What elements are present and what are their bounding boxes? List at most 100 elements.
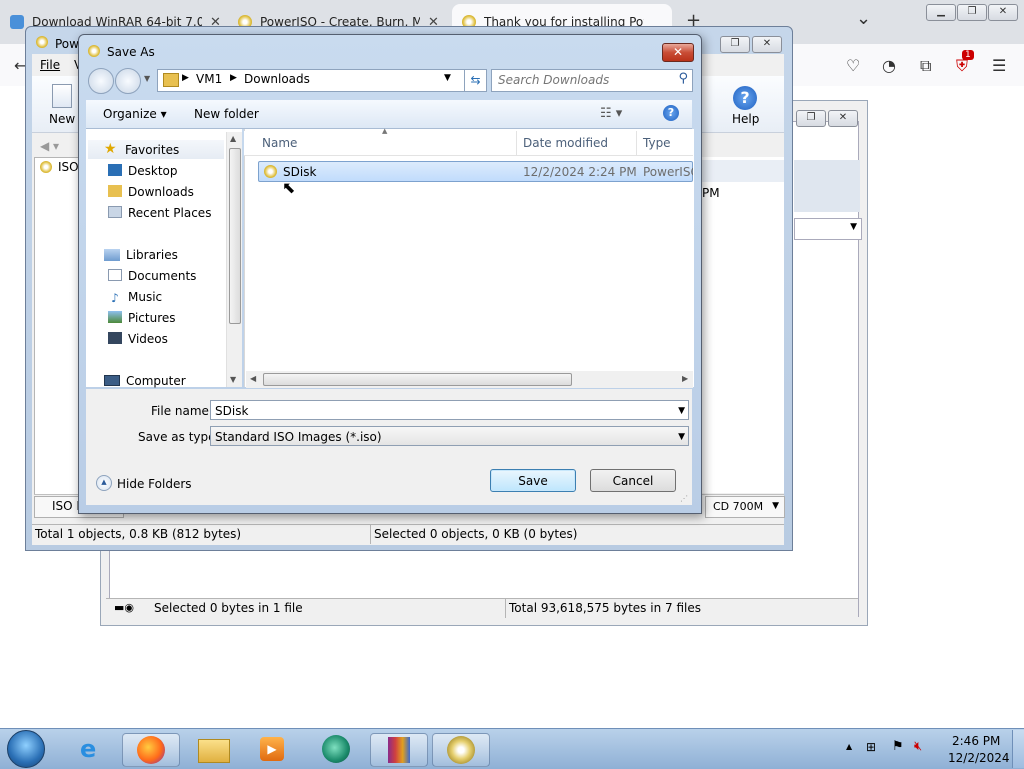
- cancel-button[interactable]: Cancel: [590, 469, 676, 492]
- taskbar-media-player[interactable]: ▶: [244, 733, 300, 765]
- nav-pictures[interactable]: Pictures: [108, 311, 176, 325]
- chevron-up-icon[interactable]: ▲: [96, 475, 112, 491]
- column-name[interactable]: Name: [262, 136, 297, 150]
- action-center-flag-icon[interactable]: ⚑: [892, 739, 904, 754]
- search-box[interactable]: ⚲: [491, 69, 693, 92]
- scroll-right-icon[interactable]: ▶: [682, 374, 688, 383]
- chevron-down-icon[interactable]: ▼: [678, 401, 685, 421]
- list-tabs-button[interactable]: ⌄: [856, 8, 871, 29]
- pocket-icon[interactable]: ♡: [846, 56, 860, 75]
- time-fragment: PM: [702, 186, 720, 200]
- restore-button[interactable]: ❐: [796, 110, 826, 127]
- libraries-icon: [104, 249, 120, 261]
- media-player-icon: ▶: [260, 737, 284, 761]
- firefox-icon: [137, 736, 165, 764]
- bg-combo[interactable]: ▼: [794, 218, 862, 240]
- nav-downloads[interactable]: Downloads: [108, 185, 194, 199]
- scroll-down-icon[interactable]: ▼: [230, 375, 236, 384]
- menu-file[interactable]: File: [40, 58, 60, 72]
- poweriso-disc-icon: [447, 736, 475, 764]
- file-row[interactable]: SDisk 12/2/2024 2:24 PM PowerISO: [258, 161, 693, 182]
- nav-desktop[interactable]: Desktop: [108, 164, 178, 178]
- file-list-hscrollbar[interactable]: ◀ ▶: [246, 371, 693, 388]
- column-date-modified[interactable]: Date modified: [523, 136, 608, 150]
- iso-icon: [40, 161, 52, 173]
- poweriso-title: Pow: [55, 37, 79, 51]
- new-button[interactable]: New: [49, 112, 75, 126]
- sync-icon[interactable]: ◔: [882, 56, 896, 75]
- view-options-icon[interactable]: ☷ ▾: [600, 106, 622, 121]
- new-folder-button[interactable]: New folder: [194, 107, 259, 121]
- new-document-icon: [52, 84, 72, 108]
- forward-button[interactable]: [115, 68, 141, 94]
- nav-videos[interactable]: Videos: [108, 332, 168, 346]
- taskbar-winrar[interactable]: [370, 733, 428, 767]
- computer-icon: [104, 375, 120, 386]
- music-icon: ♪: [111, 291, 119, 305]
- search-icon: ⚲: [678, 71, 688, 86]
- nav-documents[interactable]: Documents: [108, 269, 196, 283]
- back-icon[interactable]: ◀ ▾: [40, 139, 59, 153]
- folder-icon: [163, 73, 179, 87]
- close-window-button[interactable]: ✕: [752, 36, 782, 53]
- taskbar-explorer[interactable]: [184, 733, 240, 765]
- volume-muted-icon[interactable]: 🔇︎: [914, 739, 922, 754]
- breadcrumb[interactable]: ▶ VM1 ▶ Downloads ▼ ⇆: [157, 69, 487, 92]
- show-hidden-icons[interactable]: ▲: [846, 742, 852, 751]
- poweriso-file-list: [700, 157, 784, 493]
- media-size-combo[interactable]: CD 700M ▼: [705, 496, 785, 518]
- save-button[interactable]: Save: [490, 469, 576, 492]
- taskbar-firefox[interactable]: [122, 733, 180, 767]
- breadcrumb-vm1[interactable]: VM1: [196, 72, 222, 86]
- poweriso-app-icon: [88, 45, 100, 57]
- nav-music[interactable]: ♪ Music: [108, 290, 162, 304]
- documents-icon: [108, 269, 122, 281]
- start-button[interactable]: [7, 730, 45, 768]
- tree-item-iso[interactable]: ISO: [58, 160, 79, 174]
- restore-button[interactable]: ❐: [720, 36, 750, 53]
- help-button[interactable]: Help: [732, 112, 759, 126]
- scroll-up-icon[interactable]: ▲: [230, 134, 236, 143]
- back-button[interactable]: [88, 68, 114, 94]
- help-icon: ?: [733, 86, 757, 110]
- downloads-folder-icon: [108, 185, 122, 197]
- nav-scroll-thumb[interactable]: [229, 148, 241, 324]
- breadcrumb-downloads[interactable]: Downloads: [244, 72, 310, 86]
- column-header: [244, 131, 693, 156]
- hide-folders-button[interactable]: Hide Folders: [117, 477, 192, 491]
- recent-locations-icon[interactable]: ▼: [144, 74, 150, 83]
- desktop-icon: [108, 164, 122, 176]
- resize-grip-icon[interactable]: ⋰: [680, 494, 688, 503]
- help-icon[interactable]: ?: [663, 105, 679, 121]
- save-type-select[interactable]: Standard ISO Images (*.iso) ▼: [210, 426, 689, 446]
- scroll-left-icon[interactable]: ◀: [250, 374, 256, 383]
- refresh-icon[interactable]: ⇆: [464, 70, 486, 91]
- file-name-field[interactable]: SDisk ▼: [210, 400, 689, 420]
- close-window-button[interactable]: ✕: [828, 110, 858, 127]
- nav-scrollbar[interactable]: ▲ ▼: [226, 132, 242, 387]
- taskbar-app[interactable]: [308, 733, 364, 765]
- menu-icon[interactable]: ☰: [992, 56, 1006, 75]
- network-icon[interactable]: ⊞: [866, 740, 876, 754]
- restore-button[interactable]: ❐: [957, 4, 987, 21]
- nav-computer[interactable]: Computer: [126, 374, 186, 388]
- show-desktop-button[interactable]: [1012, 730, 1024, 768]
- nav-favorites[interactable]: Favorites: [125, 143, 179, 157]
- clock-time[interactable]: 2:46 PM: [952, 734, 1000, 748]
- column-type[interactable]: Type: [643, 136, 671, 150]
- hscroll-thumb[interactable]: [263, 373, 572, 386]
- organize-button[interactable]: Organize ▾: [103, 107, 167, 121]
- clock-date[interactable]: 12/2/2024: [948, 751, 1010, 765]
- search-input[interactable]: [496, 71, 670, 89]
- nav-recent-places[interactable]: Recent Places: [108, 206, 211, 220]
- close-window-button[interactable]: ✕: [988, 4, 1018, 21]
- chevron-down-icon[interactable]: ▼: [444, 73, 451, 83]
- chevron-down-icon[interactable]: ▼: [678, 427, 685, 447]
- iso-file-icon: [264, 165, 277, 178]
- minimize-button[interactable]: ▁: [926, 4, 956, 21]
- taskbar-ie[interactable]: e: [64, 733, 120, 765]
- dialog-close-button[interactable]: ✕: [662, 43, 694, 62]
- extensions-icon[interactable]: ⧉: [920, 56, 931, 76]
- nav-libraries[interactable]: Libraries: [126, 248, 178, 262]
- taskbar-poweriso[interactable]: [432, 733, 490, 767]
